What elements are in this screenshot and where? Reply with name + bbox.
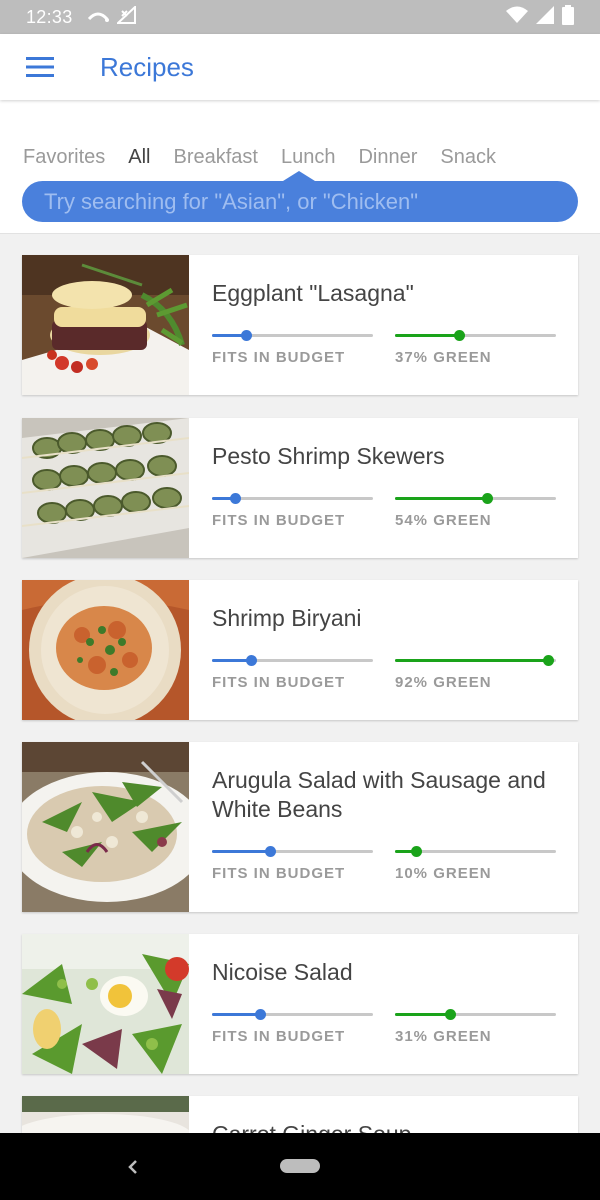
- recipe-title: Pesto Shrimp Skewers: [212, 443, 445, 469]
- back-icon[interactable]: [124, 1155, 142, 1179]
- search-bar[interactable]: [22, 181, 578, 222]
- recipe-card[interactable]: Arugula Salad with Sausage and White Bea…: [22, 742, 578, 912]
- budget-label: FITS IN BUDGET: [212, 674, 346, 691]
- recipe-meters: FITS IN BUDGET 54% GREEN: [212, 493, 556, 529]
- recipe-card-body: Arugula Salad with Sausage and White Bea…: [189, 742, 578, 912]
- recipe-meters: FITS IN BUDGET 10% GREEN: [212, 846, 556, 882]
- budget-meter: FITS IN BUDGET: [212, 846, 373, 882]
- menu-button[interactable]: [0, 34, 80, 100]
- green-meter: 54% GREEN: [395, 493, 556, 529]
- app-bar: Recipes: [0, 34, 600, 100]
- green-label: 10% GREEN: [395, 865, 492, 882]
- category-tabs: Favorites All Breakfast Lunch Dinner Sna…: [23, 146, 519, 169]
- sync-icon: [87, 7, 109, 28]
- search-input[interactable]: [44, 188, 578, 215]
- search-pointer: [283, 171, 315, 181]
- recipe-meters: FITS IN BUDGET 31% GREEN: [212, 1009, 556, 1045]
- recipe-card-body: Eggplant "Lasagna" FITS IN BUDGET 37% GR…: [189, 255, 578, 395]
- green-label: 37% GREEN: [395, 349, 492, 366]
- tab-lunch[interactable]: Lunch: [281, 146, 336, 169]
- budget-meter: FITS IN BUDGET: [212, 1009, 373, 1045]
- recipe-card[interactable]: Nicoise Salad FITS IN BUDGET 31% GREEN: [22, 934, 578, 1074]
- shrimp-biryani-photo: [22, 580, 189, 720]
- recipe-card[interactable]: Eggplant "Lasagna" FITS IN BUDGET 37% GR…: [22, 255, 578, 395]
- filter-header: Favorites All Breakfast Lunch Dinner Sna…: [0, 100, 600, 234]
- wifi-icon: [506, 6, 528, 29]
- recipe-card-body: Nicoise Salad FITS IN BUDGET 31% GREEN: [189, 934, 578, 1074]
- recipe-title: Shrimp Biryani: [212, 605, 362, 631]
- tab-favorites[interactable]: Favorites: [23, 146, 105, 169]
- green-meter: 92% GREEN: [395, 655, 556, 691]
- recipe-title: Arugula Salad with Sausage and White Bea…: [212, 767, 546, 822]
- status-bar: 12:33: [0, 0, 600, 34]
- budget-label: FITS IN BUDGET: [212, 512, 346, 529]
- green-label: 54% GREEN: [395, 512, 492, 529]
- no-signal-icon: [115, 4, 137, 29]
- status-time: 12:33: [26, 6, 73, 27]
- system-nav-bar: [0, 1133, 600, 1200]
- recipe-card-body: Shrimp Biryani FITS IN BUDGET 92% GREEN: [189, 580, 578, 720]
- recipe-meters: FITS IN BUDGET 92% GREEN: [212, 655, 556, 691]
- recipe-card-body: Pesto Shrimp Skewers FITS IN BUDGET 54% …: [189, 418, 578, 558]
- page-title: Recipes: [100, 51, 194, 82]
- green-meter: 37% GREEN: [395, 330, 556, 366]
- eggplant-lasagna-photo: [22, 255, 189, 395]
- budget-label: FITS IN BUDGET: [212, 349, 346, 366]
- budget-label: FITS IN BUDGET: [212, 1028, 346, 1045]
- budget-meter: FITS IN BUDGET: [212, 493, 373, 529]
- recipe-title: Eggplant "Lasagna": [212, 280, 414, 306]
- budget-meter: FITS IN BUDGET: [212, 330, 373, 366]
- tab-snack[interactable]: Snack: [440, 146, 496, 169]
- recipe-card[interactable]: Shrimp Biryani FITS IN BUDGET 92% GREEN: [22, 580, 578, 720]
- recipe-card[interactable]: Pesto Shrimp Skewers FITS IN BUDGET 54% …: [22, 418, 578, 558]
- nicoise-salad-photo: [22, 934, 189, 1074]
- green-label: 31% GREEN: [395, 1028, 492, 1045]
- arugula-salad-photo: [22, 742, 189, 912]
- budget-meter: FITS IN BUDGET: [212, 655, 373, 691]
- green-meter: 31% GREEN: [395, 1009, 556, 1045]
- tab-dinner[interactable]: Dinner: [358, 146, 417, 169]
- tab-all[interactable]: All: [128, 146, 150, 169]
- recipe-title: Nicoise Salad: [212, 959, 353, 985]
- budget-label: FITS IN BUDGET: [212, 865, 346, 882]
- hamburger-menu-icon: [26, 57, 54, 77]
- pesto-shrimp-photo: [22, 418, 189, 558]
- green-meter: 10% GREEN: [395, 846, 556, 882]
- home-button[interactable]: [280, 1159, 320, 1173]
- battery-icon: [562, 4, 574, 30]
- tab-breakfast[interactable]: Breakfast: [173, 146, 257, 169]
- recipe-meters: FITS IN BUDGET 37% GREEN: [212, 330, 556, 366]
- cell-signal-icon: [536, 5, 554, 29]
- green-label: 92% GREEN: [395, 674, 492, 691]
